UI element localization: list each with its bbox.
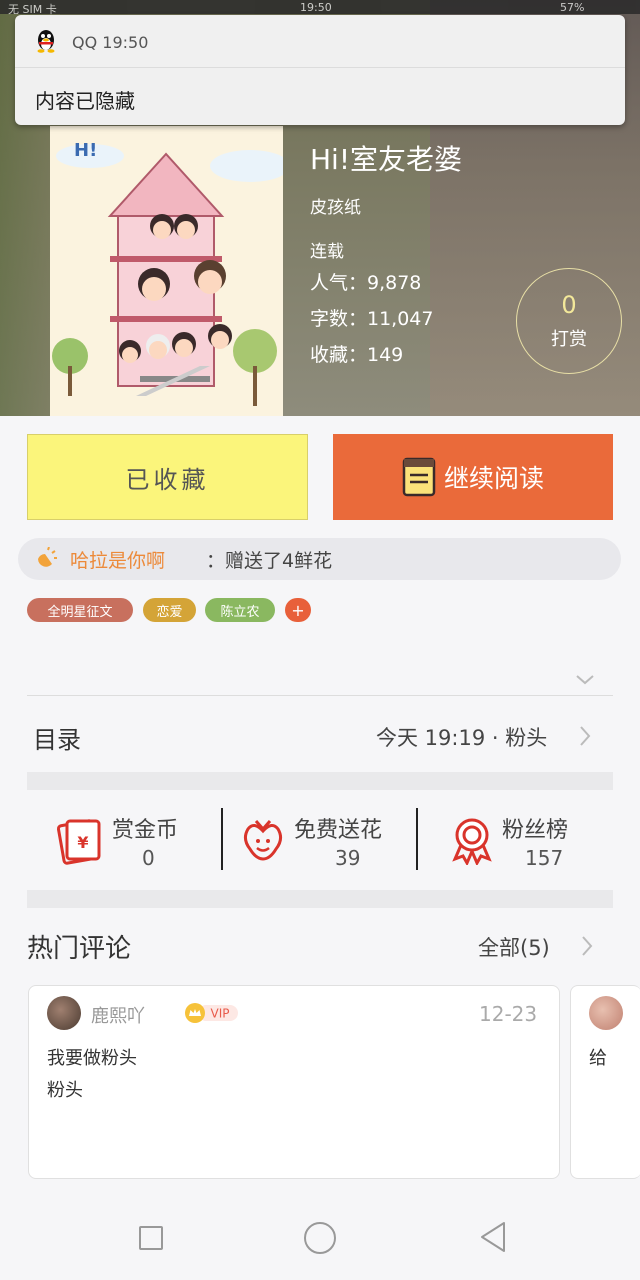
notification-app-time: QQ 19:50: [72, 33, 149, 52]
reward-count: 0: [561, 291, 577, 319]
gift-text: ：赠送了4鲜花: [206, 550, 333, 572]
stat-ranking-value: 157: [525, 846, 564, 870]
add-tag-button[interactable]: +: [285, 598, 311, 622]
svg-text:H!: H!: [74, 140, 97, 161]
toc-latest-chapter: 今天 19:19 · 粉头: [376, 726, 548, 750]
chevron-right-icon: [580, 726, 591, 746]
stat-flowers-value: 39: [335, 846, 361, 870]
notification-banner[interactable]: QQ 19:50 内容已隐藏: [15, 15, 625, 125]
comment-text-line: 粉头: [47, 1080, 83, 1101]
divider: [27, 695, 613, 696]
continue-reading-label: 继续阅读: [443, 464, 544, 493]
svg-text:VIP: VIP: [211, 1007, 230, 1021]
favorited-label: 已收藏: [125, 465, 210, 494]
qq-penguin-icon: [37, 30, 55, 53]
gift-message-bar: 哈拉是你啊 ：赠送了4鲜花: [18, 538, 621, 580]
chevron-down-icon[interactable]: [574, 668, 596, 690]
book-status: 连载: [310, 242, 344, 262]
comment-text-line: 给: [589, 1048, 607, 1069]
comment-card[interactable]: 给: [570, 985, 640, 1179]
tag-chen-linong[interactable]: 陈立农: [205, 598, 275, 622]
avatar[interactable]: [47, 996, 81, 1030]
battery-text: 57%: [560, 1, 585, 14]
stat-coins-label: 赏金币: [112, 818, 179, 843]
chevron-right-icon[interactable]: [580, 934, 594, 958]
notification-body: 内容已隐藏: [35, 89, 135, 113]
section-separator: [27, 772, 613, 790]
avatar[interactable]: [589, 996, 623, 1030]
comment-username[interactable]: 鹿熙吖: [91, 1002, 145, 1028]
book-title: Hi!室友老婆: [310, 143, 463, 176]
status-time: 19:50: [300, 1, 332, 14]
stat-coins-value: 0: [142, 846, 155, 870]
cover-illustration: H!: [50, 126, 283, 416]
reward-label: 打赏: [551, 329, 587, 350]
reward-button[interactable]: 0 打赏: [516, 268, 622, 374]
vip-badge: VIP: [185, 1003, 238, 1023]
home-button[interactable]: [304, 1222, 336, 1254]
status-bar: 无 SIM 卡 19:50 57%: [0, 0, 640, 16]
book-popularity: 人气：9,878: [310, 272, 422, 294]
comment-card[interactable]: 鹿熙吖 VIP 12-23 我要做粉头 粉头: [28, 985, 560, 1179]
book-author[interactable]: 皮孩纸: [310, 193, 361, 218]
toc-label: 目录: [33, 726, 81, 754]
comment-text-line: 我要做粉头: [47, 1048, 137, 1069]
book-cover[interactable]: H!: [50, 126, 283, 416]
stat-ranking-label: 粉丝榜: [502, 818, 569, 843]
book-icon: [402, 457, 436, 497]
continue-reading-button[interactable]: 继续阅读: [333, 434, 613, 520]
tag-romance[interactable]: 恋爱: [143, 598, 196, 622]
stat-flowers-label: 免费送花: [294, 818, 383, 843]
favorited-button[interactable]: 已收藏: [27, 434, 308, 520]
back-button[interactable]: [478, 1220, 508, 1254]
stat-divider: [416, 808, 418, 870]
recent-apps-button[interactable]: [139, 1226, 163, 1250]
section-separator: [27, 890, 613, 908]
book-word-count: 字数：11,047: [310, 308, 434, 330]
megaphone-icon: [38, 547, 57, 567]
gift-sender[interactable]: 哈拉是你啊: [70, 546, 165, 573]
stat-divider: [221, 808, 223, 870]
book-favorites: 收藏：149: [310, 344, 404, 366]
hot-comments-title: 热门评论: [27, 934, 132, 964]
comment-date: 12-23: [479, 1002, 538, 1026]
notification-header: QQ 19:50: [15, 15, 625, 68]
tag-allstar-contest[interactable]: 全明星征文: [27, 598, 133, 622]
all-comments-link[interactable]: 全部(5): [478, 932, 550, 962]
